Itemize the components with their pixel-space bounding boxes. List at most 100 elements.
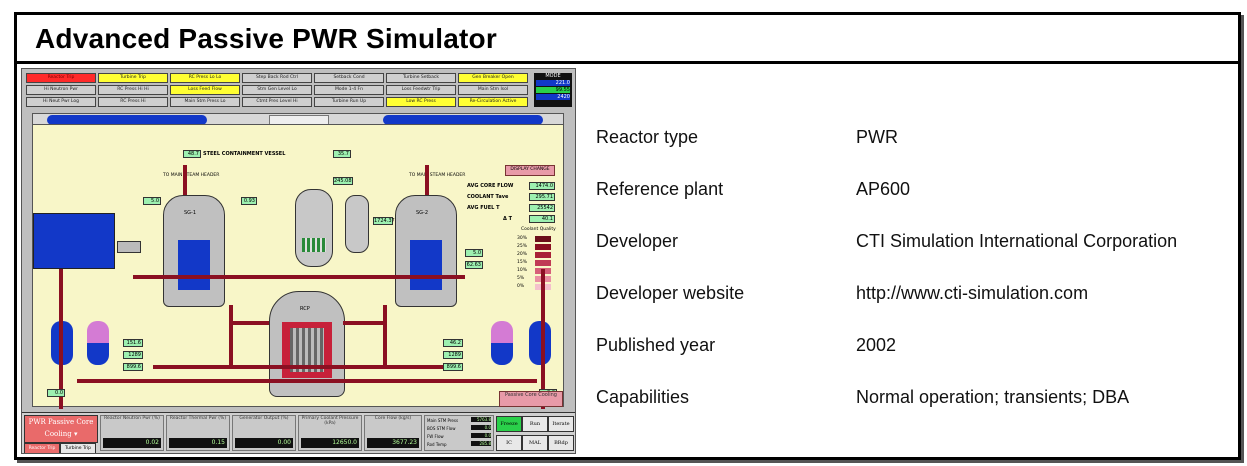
annunciator[interactable]: RC Press Lo Lo	[170, 73, 240, 83]
iterate-button[interactable]: Iterate	[548, 416, 574, 432]
info-label-reactor-type: Reactor type	[596, 127, 699, 147]
coolant-tavg-label: COOLANT Tave	[467, 194, 509, 200]
brdp-button[interactable]: BRdp	[548, 435, 574, 451]
quality-scale-row: 5%	[517, 275, 557, 283]
mode-readout-panel: MODE 221.0 99.55 2420	[534, 73, 572, 107]
pipe	[229, 321, 269, 325]
annunciator[interactable]: Hi Neutron Pwr	[26, 85, 96, 95]
coolant-tavg-value: 295.71	[529, 193, 555, 201]
quality-scale-swatch	[535, 244, 551, 250]
mode-title: PWR Passive Core Cooling ▾	[24, 415, 98, 443]
delta-t-value: 40.1	[529, 215, 555, 223]
reactor-core	[282, 322, 332, 378]
meter-label: Primary Coolant Pressure (kPa)	[301, 416, 359, 426]
ic-button[interactable]: IC	[496, 435, 522, 451]
gauge: 1289	[123, 351, 143, 359]
slide-frame: Advanced Passive PWR Simulator Reactor T…	[14, 12, 1241, 460]
pipe	[183, 165, 187, 195]
plant-mimic-diagram: STEEL CONTAINMENT VESSEL 48.7 35.7 TO MA…	[32, 124, 564, 409]
gauge: 62.63	[465, 261, 483, 269]
gauge: 899.6	[123, 363, 143, 371]
meter-label: Core Flow (kg/s)	[374, 416, 412, 421]
steam-generator-right: SG-2	[395, 195, 457, 307]
side-meter-label: FW Flow	[427, 434, 444, 439]
gauge: 1289	[443, 351, 463, 359]
mode-readout: 221.0	[536, 80, 570, 86]
simulator-screenshot: Reactor Trip Turbine Trip RC Press Lo Lo…	[21, 68, 576, 454]
annunciator[interactable]: Loss Feedwtr Trip	[386, 85, 456, 95]
run-button[interactable]: Run	[522, 416, 548, 432]
sg-label: SG-2	[416, 210, 429, 216]
info-value-published-year: 2002	[856, 335, 897, 355]
annunciator[interactable]: Re-Circulation Active	[458, 97, 528, 107]
info-value-reactor-type: PWR	[856, 127, 898, 147]
quality-scale-label: 10%	[517, 268, 528, 273]
steam-generator-left: SG-1	[163, 195, 225, 307]
delta-t-label: Δ T	[503, 216, 513, 222]
page-title: Advanced Passive PWR Simulator	[35, 23, 497, 54]
tab-reactor-trip[interactable]: Reactor Trip	[24, 443, 60, 453]
meter-label: Reactor Neutron Pwr (%)	[104, 416, 160, 421]
core-makeup-tank	[345, 195, 369, 253]
quality-scale-row: 30%	[517, 235, 557, 243]
info-label-published-year: Published year	[596, 335, 716, 355]
gauge: 5.0	[143, 197, 161, 205]
annunciator[interactable]: Main Stm Isol	[458, 85, 528, 95]
meter-value: 0.02	[103, 438, 161, 448]
pipe	[153, 365, 463, 369]
annunciator[interactable]: Ctmt Pres Level Hi	[242, 97, 312, 107]
gauge: 0.0	[47, 389, 65, 397]
side-meter-value: 0.0	[471, 425, 491, 430]
pressurizer	[295, 189, 333, 267]
irwst-header	[117, 241, 141, 253]
pipe	[59, 269, 63, 409]
mode-readout: 2420	[536, 94, 570, 100]
accumulator-tank	[491, 321, 513, 365]
passive-core-cooling-button[interactable]: Passive Core Cooling	[499, 391, 563, 407]
meter-label: Generator Output (%)	[239, 416, 289, 421]
mode-label: MODE	[545, 73, 561, 79]
annunciator[interactable]: Stm Gen Level Lo	[242, 85, 312, 95]
tab-turbine-trip[interactable]: Turbine Trip	[60, 443, 96, 453]
title-divider	[17, 61, 1238, 64]
coolant-quality-scale: 30% 25% 20% 15% 10% 5% 0%	[517, 235, 557, 291]
meter-core-flow: Core Flow (kg/s) 3677.23	[364, 415, 422, 451]
rcp-label: RCP	[300, 306, 310, 312]
annunciator[interactable]: Main Stm Press Lo	[170, 97, 240, 107]
side-meter-value: 0.0	[471, 433, 491, 438]
avg-fuel-value: 25542	[529, 204, 555, 212]
annunciator[interactable]: Hi Neut Pwr Log	[26, 97, 96, 107]
coolant-quality-label: Coolant Quality	[521, 227, 556, 232]
side-meter-label: Main STM Press	[427, 418, 459, 423]
quality-scale-row: 20%	[517, 251, 557, 259]
annunciator[interactable]: Gen Breaker Open	[458, 73, 528, 83]
annunciator-reactor-trip[interactable]: Reactor Trip	[26, 73, 96, 83]
side-meter-value: 5763.8	[471, 417, 491, 422]
annunciator[interactable]: RC Press Hi	[98, 97, 168, 107]
quality-scale-row: 10%	[517, 267, 557, 275]
annunciator[interactable]: Turbine Run Up	[314, 97, 384, 107]
side-meter-panel: Main STM Press BOS STM Flow FW Flow Rod …	[424, 415, 494, 451]
info-value-developer-website[interactable]: http://www.cti-simulation.com	[856, 283, 1088, 304]
freeze-button[interactable]: Freeze	[496, 416, 522, 432]
quality-scale-label: 25%	[517, 244, 528, 249]
steam-header-label: TO MAIN STEAM HEADER	[409, 173, 466, 178]
quality-scale-label: 20%	[517, 252, 528, 257]
mode-readout: 99.55	[536, 87, 570, 93]
meter-coolant-pressure: Primary Coolant Pressure (kPa) 12650.0	[298, 415, 362, 451]
annunciator[interactable]: Mode 1-4 Fn	[314, 85, 384, 95]
annunciator[interactable]: Step Back Rod Ctrl	[242, 73, 312, 83]
accumulator-tank	[529, 321, 551, 365]
annunciator[interactable]: Low RC Press	[386, 97, 456, 107]
core-flow-value: 1474.0	[529, 182, 555, 190]
pipe	[425, 165, 429, 195]
annunciator[interactable]: Setback Cond	[314, 73, 384, 83]
info-label-developer: Developer	[596, 231, 679, 251]
mal-button[interactable]: MAL	[522, 435, 548, 451]
annunciator[interactable]: Loss Feed Flow	[170, 85, 240, 95]
annunciator[interactable]: RC Press Hi Hi	[98, 85, 168, 95]
annunciator[interactable]: Turbine Setback	[386, 73, 456, 83]
annunciator[interactable]: Turbine Trip	[98, 73, 168, 83]
display-change-button[interactable]: DISPLAY CHANGE	[505, 165, 555, 176]
core-flow-label: AVG CORE FLOW	[467, 183, 514, 189]
